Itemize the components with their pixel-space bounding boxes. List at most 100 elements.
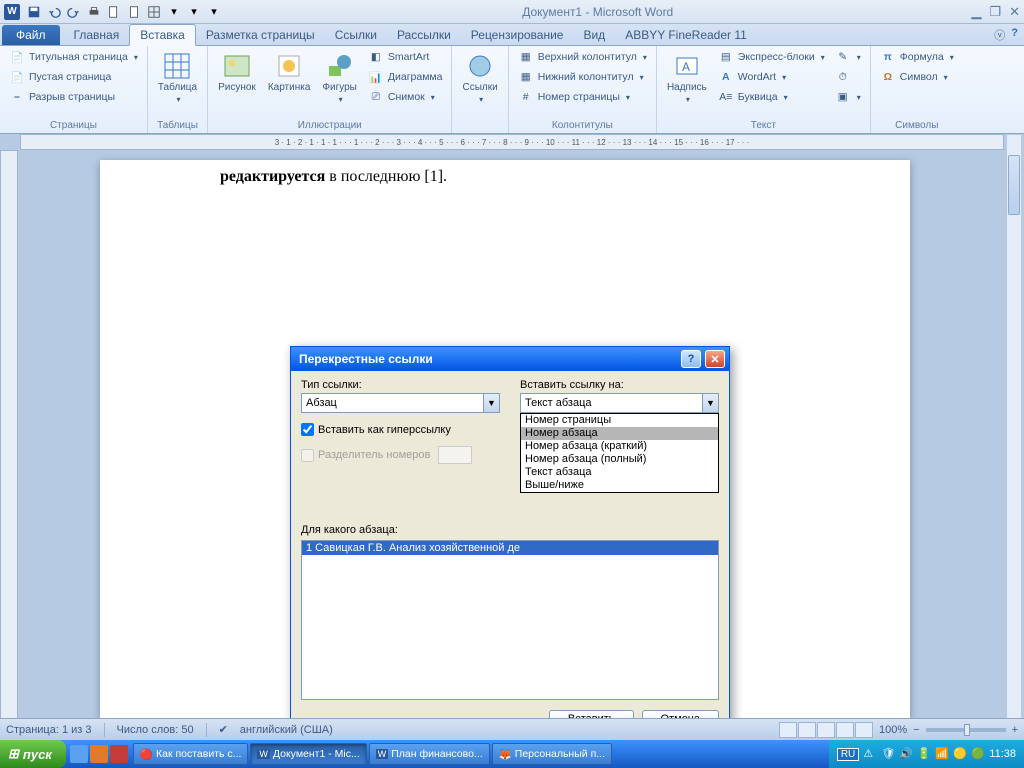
btn-date[interactable]: ⏱ [832, 68, 864, 86]
chevron-down-icon[interactable]: ▼ [483, 394, 499, 412]
btn-equation[interactable]: πФормула▾ [877, 48, 957, 66]
tray-icon[interactable]: 🔋 [917, 747, 931, 761]
dropdown-option[interactable]: Номер абзаца (краткий) [521, 440, 718, 453]
status-language[interactable]: английский (США) [240, 724, 333, 736]
taskbar-item[interactable]: 🦊Персональный п... [492, 743, 612, 765]
insert-ref-dropdown[interactable]: Номер страницы Номер абзаца Номер абзаца… [520, 413, 719, 493]
language-indicator[interactable]: RU [837, 748, 859, 761]
tab-mailings[interactable]: Рассылки [387, 25, 461, 45]
zoom-slider-thumb[interactable] [964, 724, 970, 736]
restore-icon[interactable]: ❐ [989, 4, 1001, 20]
zoom-in-icon[interactable]: + [1012, 724, 1018, 736]
taskbar-item[interactable]: 🔴Как поставить с... [133, 743, 249, 765]
dropdown-option[interactable]: Текст абзаца [521, 466, 718, 479]
view-web[interactable] [817, 722, 835, 738]
btn-quickparts[interactable]: ▤Экспресс-блоки▾ [715, 48, 828, 66]
zoom-out-icon[interactable]: − [913, 724, 919, 736]
help-icon[interactable]: ? [1011, 27, 1018, 43]
tray-icon[interactable]: 🟡 [953, 747, 967, 761]
ql-ie-icon[interactable] [70, 745, 88, 763]
dropdown-option[interactable]: Номер страницы [521, 414, 718, 427]
qat-redo-icon[interactable] [65, 3, 83, 21]
btn-pagenum[interactable]: #Номер страницы▾ [515, 88, 650, 106]
status-page[interactable]: Страница: 1 из 3 [6, 724, 92, 736]
tab-layout[interactable]: Разметка страницы [196, 25, 325, 45]
qat-preview-icon[interactable] [105, 3, 123, 21]
taskbar-item[interactable]: WДокумент1 - Mic... [250, 743, 366, 765]
tab-file[interactable]: Файл [2, 25, 60, 45]
minimize-icon[interactable]: ▁ [971, 4, 981, 20]
btn-header[interactable]: ▦Верхний колонтитул▾ [515, 48, 650, 66]
taskbar-item[interactable]: WПлан финансово... [369, 743, 490, 765]
insert-ref-input[interactable] [520, 393, 719, 413]
qat-extra1-icon[interactable]: ▾ [165, 3, 183, 21]
tray-icon[interactable]: 🟢 [971, 747, 985, 761]
ql-opera-icon[interactable] [110, 745, 128, 763]
insert-ref-combo[interactable]: ▼ Номер страницы Номер абзаца Номер абза… [520, 393, 719, 413]
chevron-down-icon[interactable]: ▼ [702, 394, 718, 412]
dropdown-option[interactable]: Номер абзаца [521, 427, 718, 440]
btn-textbox[interactable]: AНадпись▾ [663, 48, 711, 108]
zoom-slider[interactable] [926, 728, 1006, 732]
btn-table[interactable]: Таблица▾ [154, 48, 201, 108]
clock[interactable]: 11:38 [989, 748, 1016, 760]
zoom-level[interactable]: 100% [879, 724, 907, 736]
btn-screenshot[interactable]: ⎚Снимок▾ [365, 88, 446, 106]
btn-page-break[interactable]: ⎯Разрыв страницы [6, 88, 141, 106]
view-outline[interactable] [836, 722, 854, 738]
hyperlink-checkbox[interactable] [301, 423, 314, 436]
qat-customize-icon[interactable]: ▾ [205, 3, 223, 21]
qat-save-icon[interactable] [25, 3, 43, 21]
horizontal-ruler[interactable]: 3 · 1 · 2 · 1 · 1 · 1 · · · 1 · · · 2 · … [20, 134, 1004, 150]
tab-home[interactable]: Главная [64, 25, 130, 45]
dialog-help-button[interactable]: ? [681, 350, 701, 368]
dropdown-option[interactable]: Выше/ниже [521, 479, 718, 492]
ribbon-minimize-icon[interactable]: ⓥ [994, 27, 1005, 43]
btn-dropcap[interactable]: A≡Буквица▾ [715, 88, 828, 106]
tab-review[interactable]: Рецензирование [461, 25, 574, 45]
tray-icon[interactable]: 🔊 [899, 747, 913, 761]
btn-sig[interactable]: ✎▾ [832, 48, 864, 66]
btn-title-page[interactable]: 📄Титульная страница▾ [6, 48, 141, 66]
tab-abbyy[interactable]: ABBYY FineReader 11 [615, 25, 757, 45]
qat-table-icon[interactable] [145, 3, 163, 21]
tray-icon[interactable]: 🛡 [881, 747, 895, 761]
qat-new-icon[interactable] [125, 3, 143, 21]
vertical-scrollbar[interactable] [1006, 134, 1022, 734]
view-fullscreen[interactable] [798, 722, 816, 738]
tray-icon[interactable]: ⚠ [863, 747, 877, 761]
btn-clipart[interactable]: Картинка [264, 48, 315, 96]
start-button[interactable]: ⊞пуск [0, 740, 66, 768]
btn-smartart[interactable]: ◧SmartArt [365, 48, 446, 66]
tab-insert[interactable]: Вставка [129, 24, 196, 46]
status-spellcheck-icon[interactable]: ✔ [219, 723, 228, 736]
qat-extra2-icon[interactable]: ▾ [185, 3, 203, 21]
view-draft[interactable] [855, 722, 873, 738]
scroll-thumb[interactable] [1008, 155, 1020, 215]
qat-undo-icon[interactable] [45, 3, 63, 21]
btn-shapes[interactable]: Фигуры▾ [318, 48, 360, 108]
tab-view[interactable]: Вид [573, 25, 615, 45]
ref-type-input[interactable] [301, 393, 500, 413]
tab-references[interactable]: Ссылки [325, 25, 387, 45]
dropdown-option[interactable]: Номер абзаца (полный) [521, 453, 718, 466]
btn-links[interactable]: Ссылки▾ [458, 48, 501, 108]
dialog-titlebar[interactable]: Перекрестные ссылки ? ✕ [291, 347, 729, 371]
view-print-layout[interactable] [779, 722, 797, 738]
close-icon[interactable]: ✕ [1009, 4, 1020, 20]
paragraph-list-item[interactable]: 1 Савицкая Г.В. Анализ хозяйственной де [302, 541, 718, 555]
tray-icon[interactable]: 📶 [935, 747, 949, 761]
btn-blank-page[interactable]: 📄Пустая страница [6, 68, 141, 86]
status-words[interactable]: Число слов: 50 [117, 724, 194, 736]
ql-ff-icon[interactable] [90, 745, 108, 763]
btn-object[interactable]: ▣▾ [832, 88, 864, 106]
ref-type-combo[interactable]: ▼ [301, 393, 500, 413]
qat-print-icon[interactable] [85, 3, 103, 21]
dialog-close-button[interactable]: ✕ [705, 350, 725, 368]
vertical-ruler[interactable] [0, 150, 18, 734]
btn-wordart[interactable]: AWordArt▾ [715, 68, 828, 86]
paragraph-list[interactable]: 1 Савицкая Г.В. Анализ хозяйственной де [301, 540, 719, 700]
btn-chart[interactable]: 📊Диаграмма [365, 68, 446, 86]
btn-footer[interactable]: ▦Нижний колонтитул▾ [515, 68, 650, 86]
btn-symbol[interactable]: ΩСимвол▾ [877, 68, 957, 86]
